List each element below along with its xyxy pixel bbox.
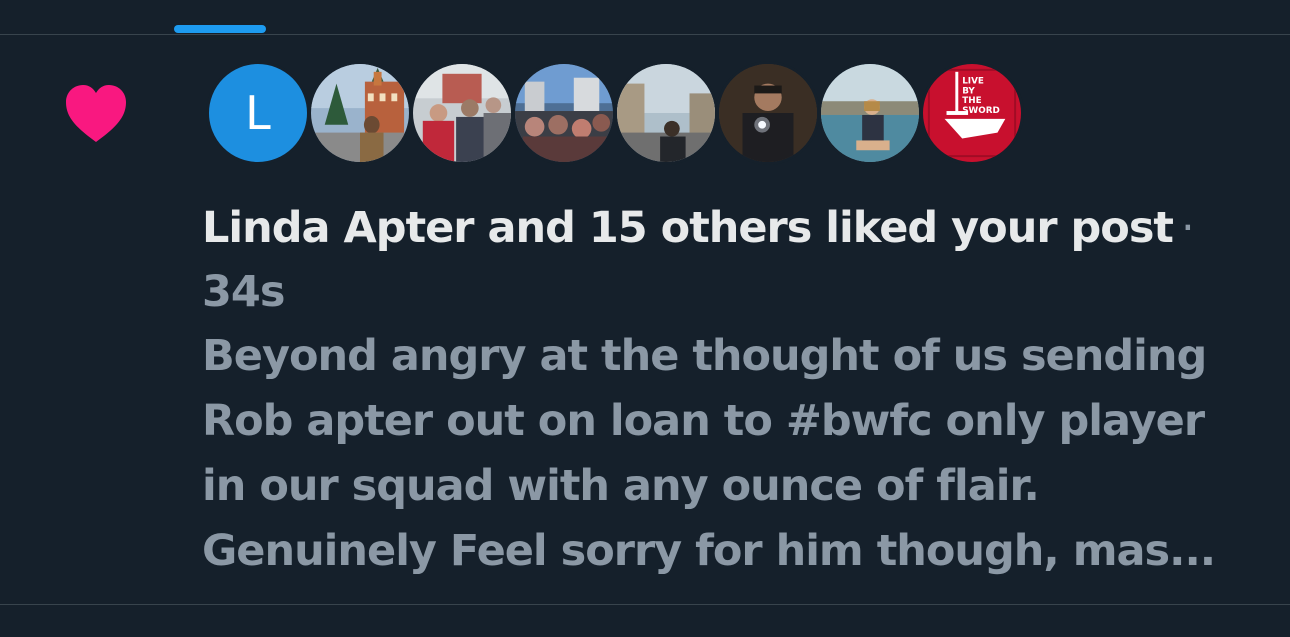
svg-text:SWORD: SWORD bbox=[962, 106, 1000, 116]
notification-divider bbox=[0, 604, 1290, 605]
avatar[interactable] bbox=[512, 61, 616, 165]
heart-icon bbox=[64, 84, 128, 144]
avatar[interactable] bbox=[614, 61, 718, 165]
avatar[interactable] bbox=[308, 61, 412, 165]
post-line: Beyond angry at the thought of us sendin… bbox=[202, 331, 1207, 381]
crowd-photo bbox=[413, 64, 511, 162]
street-crowd-photo bbox=[515, 64, 613, 162]
post-line: Genuinely Feel sorry for him though, mas… bbox=[202, 526, 1216, 576]
notifications-page: L LIVE BY THE SWORD Linda Apter and 15 o… bbox=[0, 0, 1290, 637]
man-with-phone-photo bbox=[719, 64, 817, 162]
avatar[interactable]: LIVE BY THE SWORD bbox=[920, 61, 1024, 165]
post-preview[interactable]: Beyond angry at the thought of us sendin… bbox=[202, 324, 1262, 584]
notification-headline[interactable]: Linda Apter and 15 others liked your pos… bbox=[202, 196, 1262, 260]
old-town-square-photo bbox=[311, 64, 409, 162]
city-street-photo bbox=[617, 64, 715, 162]
svg-text:LIVE: LIVE bbox=[962, 77, 984, 87]
live-by-the-sword-logo: LIVE BY THE SWORD bbox=[923, 64, 1021, 162]
avatar[interactable] bbox=[410, 61, 514, 165]
avatar[interactable] bbox=[716, 61, 820, 165]
headline-text: Linda Apter and 15 others liked your pos… bbox=[202, 203, 1174, 253]
avatar[interactable]: L bbox=[206, 61, 310, 165]
post-line: in our squad with any ounce of flair. bbox=[202, 461, 1040, 511]
active-tab-indicator bbox=[174, 25, 266, 33]
woman-by-pool-photo bbox=[821, 64, 919, 162]
avatar-letter: L bbox=[245, 86, 271, 140]
timestamp: 34s bbox=[202, 267, 285, 317]
notification-text: Linda Apter and 15 others liked your pos… bbox=[202, 196, 1262, 584]
separator-dot: · bbox=[1180, 203, 1195, 253]
svg-text:THE: THE bbox=[962, 96, 981, 106]
avatar[interactable] bbox=[818, 61, 922, 165]
svg-text:BY: BY bbox=[962, 86, 975, 96]
post-line: Rob apter out on loan to #bwfc only play… bbox=[202, 396, 1205, 446]
